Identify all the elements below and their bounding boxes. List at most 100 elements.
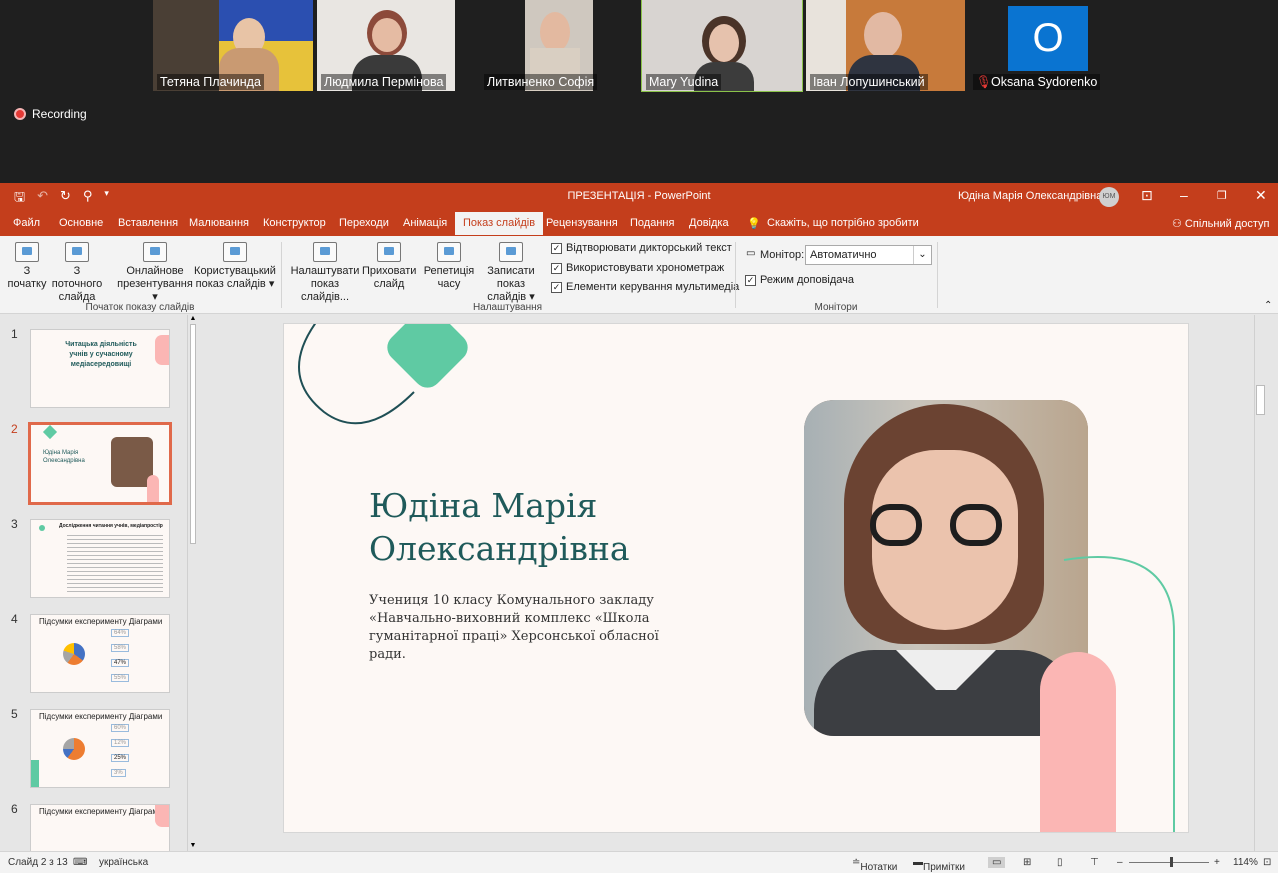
checkbox-label: Відтворювати дикторський текст: [566, 242, 732, 254]
slide-thumbnail[interactable]: Дослідження читання учнів, медіапростір: [30, 519, 170, 598]
share-label: Спільний доступ: [1184, 218, 1270, 230]
participant-tile[interactable]: O 🎙 Oksana Sydorenko: [969, 0, 1128, 91]
rehearse-timings-button[interactable]: Репетиція часу: [422, 242, 476, 291]
ribbon: З початку З поточного слайда Онлайнове п…: [0, 236, 1278, 314]
slide-thumbnail[interactable]: Підсумки експерименту Діаграми: [30, 804, 170, 851]
checkbox-checked-icon: ✓: [551, 242, 562, 254]
tab-design[interactable]: Конструктор: [263, 217, 326, 229]
scrollbar-thumb[interactable]: [190, 324, 196, 544]
record-icon: [499, 242, 523, 262]
collapse-ribbon-icon[interactable]: ⌃: [1264, 300, 1272, 311]
tab-view[interactable]: Подання: [630, 217, 674, 229]
notes-label: Нотатки: [860, 862, 898, 873]
button-label: Налаштувати: [290, 265, 360, 277]
fit-to-window-icon[interactable]: ⊡: [1263, 857, 1271, 868]
minimize-icon[interactable]: –: [1180, 187, 1188, 203]
scroll-up-icon[interactable]: ▲: [188, 315, 198, 322]
button-label: Онлайнове: [126, 265, 184, 277]
present-online-button[interactable]: Онлайнове презентування ▾: [113, 242, 197, 304]
slide-canvas[interactable]: Юдіна Марія Олександрівна Учениця 10 кла…: [283, 323, 1189, 833]
tab-transitions[interactable]: Переходи: [339, 217, 389, 229]
maximize-icon[interactable]: ❐: [1217, 189, 1227, 202]
slide-editor: Юдіна Марія Олександрівна Учениця 10 кла…: [203, 315, 1266, 851]
checkbox-label: Режим доповідача: [760, 274, 855, 286]
hide-slide-button[interactable]: Приховати слайд: [362, 242, 416, 291]
button-label: часу: [437, 278, 461, 290]
thumbnail-value: 3%: [111, 769, 126, 777]
button-label: З: [23, 265, 31, 277]
button-label: Користувацький: [194, 265, 276, 277]
custom-slideshow-button[interactable]: Користувацький показ слайдів ▾: [194, 242, 276, 291]
slide-decoration-pink: [1040, 652, 1116, 832]
thumbnail-decoration: [155, 805, 169, 827]
participant-name: Людмила Пермінова: [321, 74, 447, 90]
zoom-slider[interactable]: [1129, 862, 1209, 863]
slide-description[interactable]: Учениця 10 класу Комунального закладу «Н…: [369, 592, 669, 664]
tab-slideshow[interactable]: Показ слайдів: [455, 212, 544, 235]
slide-thumbnail-selected[interactable]: Юдіна Марія Олександрівна: [28, 422, 172, 505]
checkbox-checked-icon: ✓: [551, 262, 562, 274]
use-timings-checkbox[interactable]: ✓ Використовувати хронометраж: [551, 262, 724, 274]
slide-thumbnail[interactable]: Читацька діяльність учнів у сучасному ме…: [30, 329, 170, 408]
participant-tile[interactable]: Людмила Пермінова: [317, 0, 455, 91]
tab-home[interactable]: Основне: [59, 217, 103, 229]
notes-button[interactable]: ≐ Нотатки: [852, 857, 897, 873]
zoom-level[interactable]: 114%: [1233, 857, 1258, 868]
slide-sorter-icon[interactable]: ⊞: [1023, 857, 1031, 868]
button-label-text: показ слайдів: [195, 278, 266, 290]
ribbon-tabs: Файл Основне Вставлення Малювання Констр…: [0, 210, 1278, 236]
share-button[interactable]: ⚇ Спільний доступ: [1172, 217, 1270, 230]
tell-me-search[interactable]: Скажіть, що потрібно зробити: [767, 217, 919, 229]
button-label: показ слайдів ▾: [195, 278, 275, 290]
participant-tile-active[interactable]: Mary Yudina: [641, 0, 803, 92]
user-avatar[interactable]: ЮМ: [1099, 187, 1119, 207]
from-current-slide-button[interactable]: З поточного слайда: [47, 242, 107, 304]
slide-title[interactable]: Юдіна Марія Олександрівна: [369, 484, 630, 570]
spellcheck-icon[interactable]: ⌨: [73, 857, 87, 868]
presenter-view-checkbox[interactable]: ✓ Режим доповідача: [745, 274, 854, 286]
setup-slideshow-button[interactable]: Налаштувати показ слайдів...: [288, 242, 362, 304]
thumbnail-title: Читацька діяльність учнів у сучасному ме…: [65, 341, 137, 368]
button-label: слайд: [373, 278, 405, 290]
participant-tile[interactable]: Тетяна Плачинда: [153, 0, 313, 91]
setup-slideshow-icon: [313, 242, 337, 262]
slide-thumbnail[interactable]: Підсумки експерименту Діаграми 60% 12% 2…: [30, 709, 170, 788]
ribbon-separator: [281, 242, 282, 308]
stopwatch-icon: [437, 242, 461, 262]
participant-tile[interactable]: Литвиненко Софія: [480, 0, 614, 91]
participant-tile[interactable]: Іван Лопушинський: [806, 0, 965, 91]
monitor-select-value: Автоматично: [810, 249, 877, 261]
from-beginning-button[interactable]: З початку: [5, 242, 49, 291]
thumbnail-decoration: [31, 760, 39, 787]
slideshow-view-icon[interactable]: ⊤: [1090, 857, 1099, 868]
zoom-out-icon[interactable]: –: [1117, 857, 1123, 868]
thumbnail-value: 64%: [111, 629, 130, 637]
tab-insert[interactable]: Вставлення: [118, 217, 178, 229]
normal-view-icon[interactable]: ▭: [988, 857, 1006, 868]
record-slideshow-button[interactable]: Записати показ слайдів ▾: [474, 242, 548, 304]
tab-help[interactable]: Довідка: [689, 217, 729, 229]
play-narrations-checkbox[interactable]: ✓ Відтворювати дикторський текст: [551, 242, 732, 254]
language-indicator[interactable]: українська: [99, 857, 148, 868]
slide-vertical-scrollbar[interactable]: [1254, 315, 1266, 851]
slide-thumbnail[interactable]: Підсумки експерименту Діаграми 64% 58% 4…: [30, 614, 170, 693]
thumbnail-title: Дослідження читання учнів, медіапростір: [59, 523, 163, 529]
zoom-in-icon[interactable]: +: [1214, 857, 1220, 868]
zoom-slider-thumb[interactable]: [1170, 857, 1173, 867]
scroll-down-icon[interactable]: ▼: [188, 842, 198, 849]
tab-draw[interactable]: Малювання: [189, 217, 249, 229]
thumbnail-number: 4: [11, 612, 18, 626]
ribbon-display-icon[interactable]: ⊡: [1141, 187, 1153, 204]
monitor-select[interactable]: Автоматично ⌄: [805, 245, 932, 265]
reading-view-icon[interactable]: ▯: [1057, 857, 1063, 868]
close-icon[interactable]: ✕: [1255, 187, 1267, 204]
tab-review[interactable]: Рецензування: [546, 217, 618, 229]
scrollbar-thumb[interactable]: [1256, 385, 1265, 415]
tab-animations[interactable]: Анімація: [403, 217, 447, 229]
tab-file[interactable]: Файл: [13, 217, 40, 229]
media-controls-checkbox[interactable]: ✓ Елементи керування мультимедіа: [551, 281, 739, 293]
user-name[interactable]: Юдіна Марія Олександрівна: [958, 190, 1102, 202]
comments-button[interactable]: ▬ Примітки: [913, 857, 965, 873]
thumbnails-scrollbar[interactable]: ▲ ▼: [187, 315, 198, 851]
recording-label: Recording: [32, 107, 87, 121]
